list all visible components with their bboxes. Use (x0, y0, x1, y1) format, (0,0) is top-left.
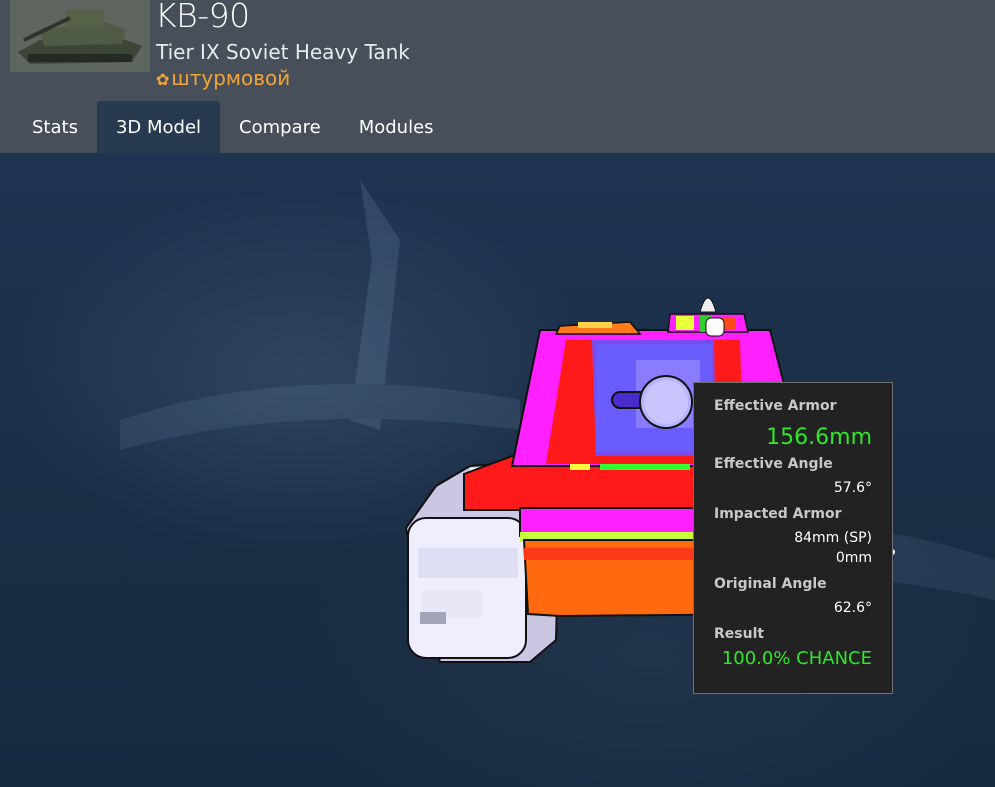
role-icon: ✿ (156, 70, 170, 89)
armor-tooltip: Effective Armor 156.6mm Effective Angle … (693, 382, 893, 694)
result-label: Result (714, 626, 765, 642)
3d-model-viewport[interactable]: Effective Armor 156.6mm Effective Angle … (0, 153, 995, 787)
tank-thumbnail-icon (10, 0, 150, 72)
effective-armor-label: Effective Armor (714, 398, 837, 414)
page-title: KB-90 (155, 0, 250, 35)
tab-stats[interactable]: Stats (13, 101, 97, 153)
effective-angle-label: Effective Angle (714, 456, 833, 472)
impacted-armor-secondary-value: 0mm (835, 550, 872, 566)
tank-role-label: штурмовой (171, 66, 291, 90)
tab-3d-model[interactable]: 3D Model (96, 101, 221, 153)
tab-bar: Stats 3D Model Compare Modules (13, 101, 453, 153)
original-angle-label: Original Angle (714, 576, 827, 592)
tab-compare[interactable]: Compare (220, 101, 340, 153)
impacted-armor-value: 84mm (SP) (794, 530, 872, 546)
tank-subtitle: Tier IX Soviet Heavy Tank (156, 40, 410, 64)
impacted-armor-label: Impacted Armor (714, 506, 842, 522)
tank-role: ✿ штурмовой (156, 66, 290, 90)
tank-header: KB-90 Tier IX Soviet Heavy Tank ✿ штурмов… (0, 0, 995, 153)
result-value: 100.0% CHANCE (721, 648, 872, 669)
tab-modules[interactable]: Modules (340, 101, 453, 153)
original-angle-value: 62.6° (833, 600, 872, 616)
effective-angle-value: 57.6° (833, 480, 872, 496)
effective-armor-value: 156.6mm (766, 425, 872, 450)
